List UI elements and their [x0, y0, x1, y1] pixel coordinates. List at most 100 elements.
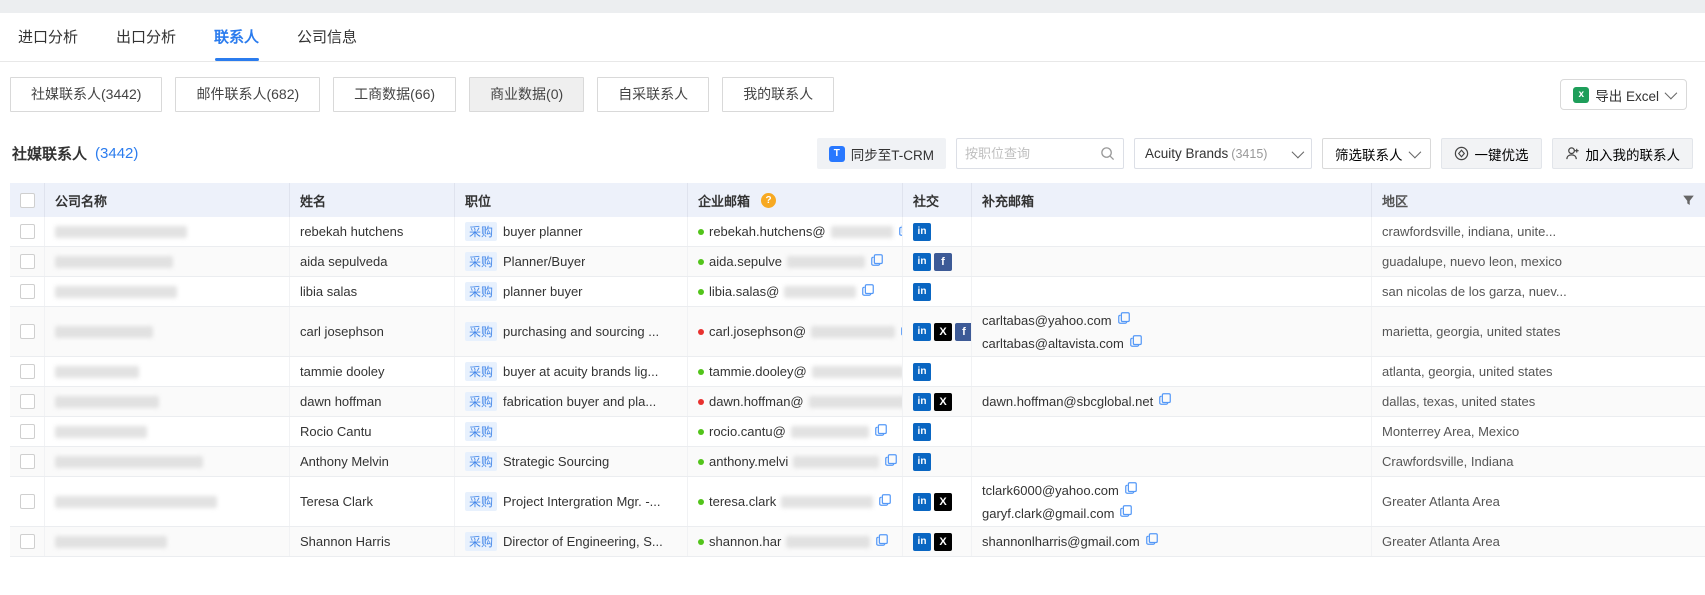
header-email-label: 企业邮箱 [698, 191, 750, 210]
tab-import-analysis[interactable]: 进口分析 [18, 26, 78, 61]
tab-export-analysis[interactable]: 出口分析 [116, 26, 176, 61]
header-company-label: 公司名称 [55, 191, 107, 210]
extra-email-cell [972, 277, 1372, 306]
excel-icon: x [1573, 87, 1589, 103]
linkedin-icon[interactable]: in [913, 423, 931, 441]
procurement-tag: 采购 [465, 532, 497, 551]
copy-email-icon[interactable] [884, 453, 898, 470]
filter-my-contacts-button[interactable]: 我的联系人 [722, 77, 834, 112]
filter-commercial-data-button[interactable]: 商业数据(0) [469, 77, 584, 112]
row-checkbox[interactable] [20, 254, 35, 269]
filter-business-registry-button[interactable]: 工商数据(66) [333, 77, 456, 112]
extra-email: shannonlharris@gmail.com [982, 530, 1140, 553]
copy-email-icon[interactable] [1145, 530, 1159, 553]
email-status-dot [698, 229, 704, 235]
contact-name-cell: carl josephson [290, 307, 455, 356]
copy-email-icon[interactable] [1117, 309, 1131, 332]
table-row: aida sepulveda采购Planner/Buyeraida.sepulv… [10, 247, 1705, 277]
x-twitter-icon[interactable]: X [934, 393, 952, 411]
email-status-dot [698, 499, 704, 505]
select-all-checkbox[interactable] [20, 193, 35, 208]
row-checkbox[interactable] [20, 224, 35, 239]
copy-email-icon[interactable] [1129, 332, 1143, 355]
contact-name: tammie dooley [300, 364, 385, 379]
x-twitter-icon[interactable]: X [934, 493, 952, 511]
linkedin-icon[interactable]: in [913, 323, 931, 341]
x-twitter-icon[interactable]: X [934, 323, 952, 341]
company-cell [45, 357, 290, 386]
filter-contacts-button[interactable]: 筛选联系人 [1322, 138, 1431, 169]
copy-email-icon[interactable] [874, 423, 888, 440]
company-cell [45, 527, 290, 556]
copy-email-icon[interactable] [1158, 390, 1172, 413]
tab-contacts[interactable]: 联系人 [214, 26, 259, 61]
filter-email-contacts-button[interactable]: 邮件联系人(682) [175, 77, 320, 112]
one-key-optimize-button[interactable]: 一键优选 [1441, 138, 1542, 169]
social-cell: in [903, 357, 972, 386]
redacted-company-name [55, 366, 139, 378]
contact-name-cell: Teresa Clark [290, 477, 455, 526]
region-cell: atlanta, georgia, united states [1372, 357, 1705, 386]
optimize-icon [1454, 146, 1469, 161]
region: guadalupe, nuevo leon, mexico [1382, 254, 1562, 269]
facebook-icon[interactable]: f [955, 323, 972, 341]
row-checkbox[interactable] [20, 424, 35, 439]
email-status-dot [698, 289, 704, 295]
facebook-icon[interactable]: f [934, 253, 952, 271]
contacts-table: 公司名称 姓名 职位 企业邮箱 ? 社交 补充邮箱 地区 rebekah hut… [10, 183, 1705, 557]
region-cell: san nicolas de los garza, nuev... [1372, 277, 1705, 306]
header-name-label: 姓名 [300, 191, 326, 210]
linkedin-icon[interactable]: in [913, 493, 931, 511]
position-search-input[interactable] [965, 146, 1100, 161]
sync-tcrm-button[interactable]: T 同步至T-CRM [817, 138, 946, 169]
copy-email-icon[interactable] [1124, 479, 1138, 502]
filter-self-collected-button[interactable]: 自采联系人 [597, 77, 709, 112]
copy-email-icon[interactable] [861, 283, 875, 300]
extra-email-cell: tclark6000@yahoo.comgaryf.clark@gmail.co… [972, 477, 1372, 526]
region: Crawfordsville, Indiana [1382, 454, 1514, 469]
corporate-email-cell: rocio.cantu@ [688, 417, 903, 446]
export-excel-button[interactable]: x 导出 Excel [1560, 79, 1687, 110]
extra-email-line: carltabas@yahoo.com [982, 309, 1143, 332]
region-filter-funnel-icon[interactable] [1682, 194, 1695, 207]
row-checkbox[interactable] [20, 324, 35, 339]
copy-email-icon[interactable] [878, 493, 892, 510]
contact-name: libia salas [300, 284, 357, 299]
row-checkbox[interactable] [20, 284, 35, 299]
row-select-cell [10, 417, 45, 446]
contact-name-cell: Rocio Cantu [290, 417, 455, 446]
row-checkbox[interactable] [20, 534, 35, 549]
redacted-email-domain [787, 256, 865, 268]
company-cell [45, 417, 290, 446]
linkedin-icon[interactable]: in [913, 223, 931, 241]
region: Monterrey Area, Mexico [1382, 424, 1519, 439]
company-select[interactable]: Acuity Brands (3415) [1134, 138, 1312, 169]
row-checkbox[interactable] [20, 394, 35, 409]
linkedin-icon[interactable]: in [913, 283, 931, 301]
linkedin-icon[interactable]: in [913, 363, 931, 381]
row-checkbox[interactable] [20, 494, 35, 509]
social-cell: in [903, 417, 972, 446]
copy-email-icon[interactable] [875, 533, 889, 550]
help-question-icon[interactable]: ? [761, 193, 776, 208]
region-cell: marietta, georgia, united states [1372, 307, 1705, 356]
row-checkbox[interactable] [20, 364, 35, 379]
copy-email-icon[interactable] [1119, 502, 1133, 525]
select-all-cell [10, 183, 45, 217]
row-select-cell [10, 357, 45, 386]
email-prefix: anthony.melvi [709, 454, 788, 469]
tab-company-info[interactable]: 公司信息 [297, 26, 357, 61]
linkedin-icon[interactable]: in [913, 253, 931, 271]
procurement-tag: 采购 [465, 422, 497, 441]
redacted-company-name [55, 326, 153, 338]
region-cell: crawfordsville, indiana, unite... [1372, 217, 1705, 246]
add-to-my-contacts-button[interactable]: 加入我的联系人 [1552, 138, 1694, 169]
x-twitter-icon[interactable]: X [934, 533, 952, 551]
linkedin-icon[interactable]: in [913, 533, 931, 551]
row-checkbox[interactable] [20, 454, 35, 469]
filter-social-contacts-button[interactable]: 社媒联系人(3442) [10, 77, 162, 112]
redacted-email-domain [791, 426, 869, 438]
copy-email-icon[interactable] [870, 253, 884, 270]
linkedin-icon[interactable]: in [913, 393, 931, 411]
linkedin-icon[interactable]: in [913, 453, 931, 471]
